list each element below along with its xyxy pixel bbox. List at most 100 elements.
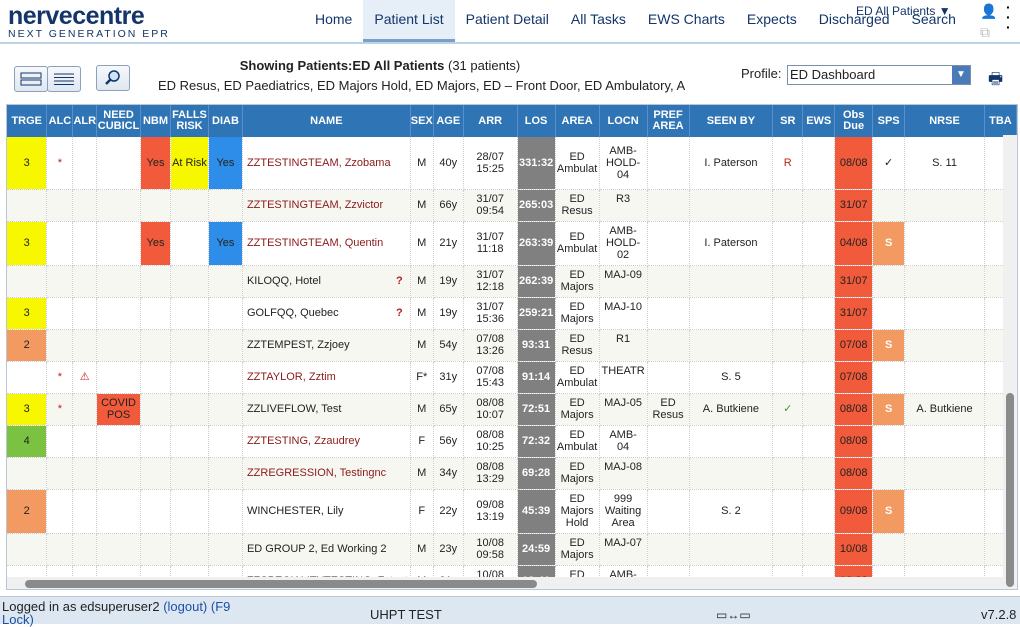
vertical-scrollbar[interactable] bbox=[1003, 135, 1017, 589]
arrival-time: 10:25 bbox=[476, 441, 504, 453]
nav-home[interactable]: Home bbox=[304, 0, 363, 42]
location-cell: R3 bbox=[599, 189, 648, 222]
nav-patient-detail[interactable]: Patient Detail bbox=[455, 0, 560, 42]
column-header-12[interactable]: AREA bbox=[555, 105, 600, 137]
column-header-10[interactable]: ARR bbox=[463, 105, 518, 137]
column-header-5[interactable]: FALLS RISK bbox=[170, 105, 209, 137]
sps-cell: S bbox=[872, 329, 906, 362]
horizontal-scroll-thumb[interactable] bbox=[25, 580, 537, 588]
area-line-2: Majors bbox=[560, 313, 594, 325]
patient-name-cell[interactable]: WINCHESTER, Lily bbox=[242, 489, 411, 534]
falls-cell bbox=[170, 265, 209, 298]
patient-name[interactable]: WINCHESTER, Lily bbox=[247, 505, 344, 517]
patient-name-cell[interactable]: ZZTESTING, Zzaudrey bbox=[242, 425, 411, 458]
table-row[interactable]: ZZTESTINGTEAM, Zzvictor M 66y 31/07 09:54 265… bbox=[7, 189, 1017, 222]
patient-name-cell[interactable]: ZZTESTINGTEAM, Zzvictor bbox=[242, 189, 411, 222]
table-row[interactable]: 4 ZZTESTING, Zzaudrey F 56y 08/08 10:25 72:32 E… bbox=[7, 425, 1017, 458]
patient-name[interactable]: GOLFQQ, Quebec bbox=[247, 307, 339, 319]
table-row[interactable]: 3 * COVID POS ZZLIVEFLOW, Test M 65y 08/08 10:0… bbox=[7, 393, 1017, 426]
nav-patient-list[interactable]: Patient List bbox=[363, 0, 455, 42]
kebab-menu-icon[interactable]: · · · bbox=[1006, 0, 1011, 34]
table-row[interactable]: 3 GOLFQQ, Quebec? M 19y 31/07 15:36 259:21 ED Ma… bbox=[7, 297, 1017, 330]
column-header-8[interactable]: SEX bbox=[410, 105, 434, 137]
column-header-17[interactable]: EWS bbox=[802, 105, 836, 137]
diab-cell bbox=[208, 393, 243, 426]
patient-name-cell[interactable]: GOLFQQ, Quebec? bbox=[242, 297, 411, 330]
column-header-14[interactable]: PREF AREA bbox=[647, 105, 690, 137]
horizontal-scrollbar[interactable] bbox=[7, 577, 1003, 589]
patient-name-cell[interactable]: ZZTESTINGTEAM, Quentin bbox=[242, 221, 411, 266]
area-cell: ED Resus bbox=[555, 329, 600, 362]
patient-name[interactable]: ZZTEMPEST, Zzjoey bbox=[247, 339, 350, 351]
search-button[interactable] bbox=[96, 65, 130, 91]
column-header-20[interactable]: NRSE bbox=[904, 105, 985, 137]
column-header-21[interactable]: TBA bbox=[984, 105, 1017, 137]
location-line-1: AMB- bbox=[609, 144, 637, 157]
table-row[interactable]: 3 Yes Yes ZZTESTINGTEAM, Quentin M 21y 31/07 11… bbox=[7, 221, 1017, 266]
patient-name[interactable]: ED GROUP 2, Ed Working 2 bbox=[247, 543, 387, 555]
column-header-16[interactable]: SR bbox=[772, 105, 804, 137]
patient-name[interactable]: ZZTESTINGTEAM, Zzobama bbox=[247, 157, 391, 169]
chevron-down-icon[interactable]: ▼ bbox=[952, 66, 970, 84]
print-icon[interactable]: 🖶 bbox=[988, 68, 1003, 95]
vertical-scroll-thumb[interactable] bbox=[1006, 393, 1014, 587]
patient-name[interactable]: ZZLIVEFLOW, Test bbox=[247, 403, 342, 415]
triage-cell bbox=[7, 361, 48, 394]
table-row[interactable]: ZZREGRESSION, Testingnc M 34y 08/08 13:29 69:… bbox=[7, 457, 1017, 490]
patient-name-cell[interactable]: ED GROUP 2, Ed Working 2 bbox=[242, 533, 411, 566]
list-view-button[interactable] bbox=[47, 66, 81, 92]
column-header-13[interactable]: LOCN bbox=[599, 105, 648, 137]
alert-cell bbox=[72, 137, 98, 190]
arrival-date: 07/08 bbox=[476, 365, 504, 377]
arrival-date: 09/08 bbox=[476, 499, 504, 511]
los-cell: 72:32 bbox=[517, 425, 556, 458]
column-header-1[interactable]: ALC bbox=[46, 105, 74, 137]
patient-name-cell[interactable]: ZZTESTINGTEAM, Zzobama bbox=[242, 137, 411, 190]
patient-name-cell[interactable]: ZZTAYLOR, Zztim bbox=[242, 361, 411, 394]
alert-cell bbox=[72, 221, 98, 266]
column-header-18[interactable]: Obs Due bbox=[834, 105, 874, 137]
sex-cell: F bbox=[410, 425, 434, 458]
column-header-19[interactable]: SPS bbox=[872, 105, 906, 137]
column-header-11[interactable]: LOS bbox=[517, 105, 556, 137]
copy-icon[interactable]: ⧉ bbox=[980, 24, 990, 41]
arrival-date: 07/08 bbox=[476, 333, 504, 345]
sex-cell: F* bbox=[410, 361, 434, 394]
column-header-3[interactable]: NEED CUBICL bbox=[96, 105, 142, 137]
logout-link[interactable]: (logout) bbox=[163, 599, 207, 614]
nav-ews-charts[interactable]: EWS Charts bbox=[637, 0, 736, 42]
patients-dropdown[interactable]: ED All Patients ▼ bbox=[856, 4, 951, 18]
card-view-button[interactable] bbox=[14, 66, 48, 92]
triage-cell bbox=[7, 265, 48, 298]
nav-expects[interactable]: Expects bbox=[736, 0, 808, 42]
column-header-7[interactable]: NAME bbox=[242, 105, 411, 137]
profile-select[interactable]: ED Dashboard ▼ bbox=[787, 65, 971, 85]
column-header-6[interactable]: DIAB bbox=[208, 105, 243, 137]
patient-name-cell[interactable]: ZZLIVEFLOW, Test bbox=[242, 393, 411, 426]
column-header-4[interactable]: NBM bbox=[140, 105, 171, 137]
table-row[interactable]: 3 * Yes At Risk Yes ZZTESTINGTEAM, Zzobama M 40… bbox=[7, 137, 1017, 190]
screen-switch-icon[interactable]: ▭↔▭ bbox=[716, 608, 751, 622]
table-row[interactable]: * ⚠ ZZTAYLOR, Zztim F* 31y 07/08 15:43 91:14 ED A… bbox=[7, 361, 1017, 394]
column-header-9[interactable]: AGE bbox=[433, 105, 464, 137]
nav-all-tasks[interactable]: All Tasks bbox=[560, 0, 637, 42]
column-header-0[interactable]: TRGE bbox=[7, 105, 48, 137]
los-cell: 262:39 bbox=[517, 265, 556, 298]
table-row[interactable]: 2 WINCHESTER, Lily F 22y 09/08 13:19 45:39 ED Ma… bbox=[7, 489, 1017, 534]
patient-name[interactable]: ZZREGRESSION, Testingnc bbox=[247, 467, 386, 479]
user-icon[interactable]: 👤 bbox=[980, 3, 997, 20]
patient-name[interactable]: ZZTESTING, Zzaudrey bbox=[247, 435, 360, 447]
patient-name-cell[interactable]: ZZREGRESSION, Testingnc bbox=[242, 457, 411, 490]
patient-name[interactable]: ZZTESTINGTEAM, Quentin bbox=[247, 237, 383, 249]
patient-name[interactable]: KILOQQ, Hotel bbox=[247, 275, 321, 287]
column-header-2[interactable]: ALR bbox=[72, 105, 98, 137]
table-row[interactable]: 2 ZZTEMPEST, Zzjoey M 54y 07/08 13:26 93:31 ED R… bbox=[7, 329, 1017, 362]
table-row[interactable]: ED GROUP 2, Ed Working 2 M 23y 10/08 09:58 24… bbox=[7, 533, 1017, 566]
table-row[interactable]: KILOQQ, Hotel? M 19y 31/07 12:18 262:39 ED Majo… bbox=[7, 265, 1017, 298]
patient-name-cell[interactable]: ZZTEMPEST, Zzjoey bbox=[242, 329, 411, 362]
patient-name-cell[interactable]: KILOQQ, Hotel? bbox=[242, 265, 411, 298]
patient-name[interactable]: ZZTAYLOR, Zztim bbox=[247, 371, 336, 383]
patient-name[interactable]: ZZTESTINGTEAM, Zzvictor bbox=[247, 199, 383, 211]
column-header-15[interactable]: SEEN BY bbox=[689, 105, 774, 137]
location-line-2: HOLD- bbox=[605, 237, 641, 249]
